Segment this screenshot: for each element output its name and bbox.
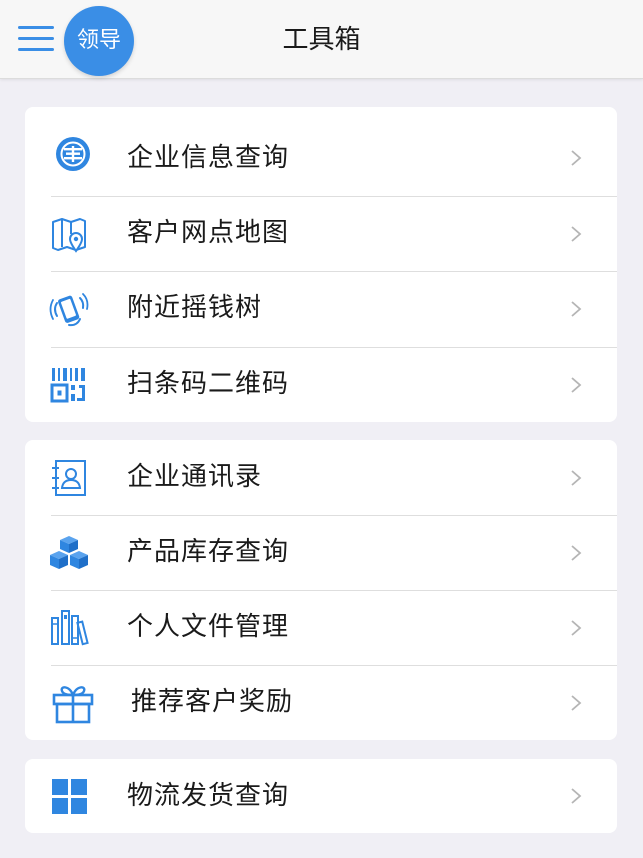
list-item-referral-reward[interactable]: 推荐客户奖励 (25, 665, 617, 740)
map-pin-icon (49, 214, 89, 254)
chevron-right-icon (569, 376, 583, 394)
chevron-right-icon (569, 225, 583, 243)
hamburger-menu-icon[interactable] (16, 22, 56, 56)
list-item-scan-code[interactable]: 扫条码二维码 (25, 347, 617, 422)
shake-phone-icon (49, 289, 89, 329)
enterprise-badge-icon (53, 134, 93, 174)
list-item-file-management[interactable]: 个人文件管理 (25, 590, 617, 665)
gift-icon (51, 681, 95, 725)
list-item-label: 个人文件管理 (127, 612, 290, 642)
list-item-label: 推荐客户奖励 (131, 687, 294, 717)
boxes-icon (49, 533, 89, 573)
grid-icon (49, 776, 89, 816)
chevron-right-icon (569, 787, 583, 805)
chevron-right-icon (569, 544, 583, 562)
chevron-right-icon (569, 469, 583, 487)
list-item-enterprise-info[interactable]: 企业信息查询 (25, 107, 617, 196)
list-item-nearby-tree[interactable]: 附近摇钱树 (25, 271, 617, 347)
tool-group-2: 企业通讯录 产品库存查询 个人文件管理 推荐客户奖励 (25, 440, 617, 740)
list-item-customer-map[interactable]: 客户网点地图 (25, 196, 617, 271)
list-item-inventory[interactable]: 产品库存查询 (25, 515, 617, 590)
tool-group-3: 物流发货查询 (25, 759, 617, 833)
files-icon (49, 608, 89, 648)
chevron-right-icon (569, 619, 583, 637)
barcode-icon (49, 365, 89, 405)
list-item-label: 扫条码二维码 (127, 369, 290, 399)
tool-group-1: 企业信息查询 客户网点地图 附近摇钱树 扫条码二维码 (25, 107, 617, 422)
navigation-bar: 领导 工具箱 (0, 0, 643, 79)
chevron-right-icon (569, 694, 583, 712)
list-item-label: 企业信息查询 (127, 143, 290, 173)
list-item-label: 附近摇钱树 (127, 293, 263, 323)
chevron-right-icon (569, 149, 583, 167)
list-item-label: 物流发货查询 (127, 781, 290, 811)
contacts-icon (49, 458, 89, 498)
list-item-label: 客户网点地图 (127, 218, 290, 248)
avatar[interactable]: 领导 (64, 6, 134, 76)
list-item-label: 企业通讯录 (127, 462, 263, 492)
list-item-contacts[interactable]: 企业通讯录 (25, 440, 617, 515)
list-item-label: 产品库存查询 (127, 537, 290, 567)
list-item-logistics[interactable]: 物流发货查询 (25, 759, 617, 833)
chevron-right-icon (569, 300, 583, 318)
